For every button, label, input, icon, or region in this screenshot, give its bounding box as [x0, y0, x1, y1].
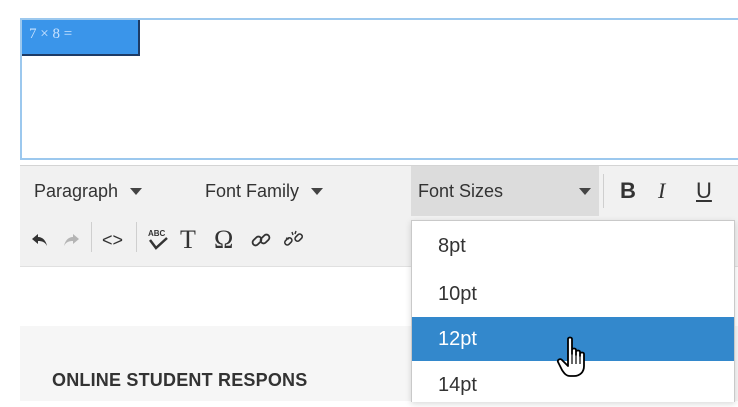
- underline-button[interactable]: U: [696, 166, 712, 216]
- redo-icon[interactable]: [61, 216, 81, 264]
- toolbar-divider: [136, 222, 137, 252]
- chevron-down-icon: [130, 187, 143, 195]
- svg-text:ABC: ABC: [148, 229, 166, 238]
- font-family-select[interactable]: Font Family: [205, 166, 324, 216]
- editor-content-area[interactable]: 7 × 8 =: [20, 18, 738, 160]
- toolbar-divider: [603, 174, 604, 208]
- text-format-glyph: T: [180, 225, 196, 254]
- special-character-icon[interactable]: Ω: [214, 216, 233, 264]
- font-size-option-10pt[interactable]: 10pt: [412, 272, 734, 316]
- chevron-down-icon: [311, 187, 324, 195]
- toolbar-row-1: Paragraph Font Family Font Sizes B I U: [20, 166, 738, 216]
- italic-icon: I: [658, 178, 666, 203]
- font-sizes-select[interactable]: Font Sizes: [411, 166, 599, 216]
- section-title: ONLINE STUDENT RESPONS: [52, 370, 308, 390]
- italic-button[interactable]: I: [658, 166, 665, 216]
- omega-glyph: Ω: [214, 225, 234, 254]
- text-format-icon[interactable]: T: [180, 216, 196, 264]
- math-expression-block[interactable]: 7 × 8 =: [22, 20, 140, 56]
- spellcheck-icon[interactable]: ABC: [146, 216, 170, 264]
- source-code-glyph: <>: [102, 229, 124, 250]
- bold-icon: B: [620, 178, 636, 203]
- source-code-icon[interactable]: <>: [102, 216, 123, 264]
- font-family-select-label: Font Family: [205, 180, 300, 201]
- font-size-option-8pt[interactable]: 8pt: [412, 224, 734, 268]
- font-size-option-label: 14pt: [438, 373, 477, 396]
- paragraph-select-label: Paragraph: [34, 180, 119, 201]
- font-size-option-label: 12pt: [438, 327, 477, 350]
- link-icon[interactable]: [250, 216, 272, 264]
- math-expression-text: 7 × 8 =: [29, 26, 73, 42]
- chevron-down-icon: [579, 188, 591, 195]
- toolbar-divider: [91, 222, 92, 252]
- bold-button[interactable]: B: [620, 166, 636, 216]
- undo-icon[interactable]: [30, 216, 50, 264]
- hand-pointer-cursor-icon: [556, 336, 594, 382]
- paragraph-select[interactable]: Paragraph: [34, 166, 143, 216]
- font-sizes-select-label: Font Sizes: [418, 180, 504, 201]
- font-size-option-label: 10pt: [438, 282, 477, 305]
- unlink-icon[interactable]: [282, 216, 306, 264]
- font-size-option-label: 8pt: [438, 234, 466, 257]
- underline-icon: U: [696, 178, 712, 203]
